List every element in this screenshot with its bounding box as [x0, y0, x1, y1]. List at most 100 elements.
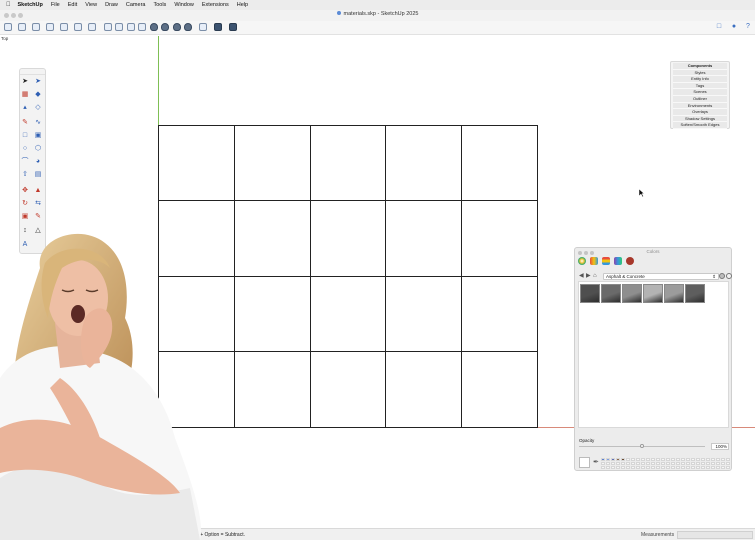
color-history-swatch[interactable] [636, 458, 640, 461]
opacity-value-field[interactable]: 100% [711, 443, 729, 450]
top-view-icon[interactable] [115, 23, 123, 31]
account-icon[interactable]: ● [730, 23, 738, 31]
material-swatch[interactable] [685, 284, 705, 303]
grid-line[interactable] [158, 125, 538, 126]
color-history-swatch[interactable] [621, 462, 625, 465]
color-history-swatch[interactable] [701, 466, 705, 469]
flip-icon[interactable]: ⇆ [34, 200, 42, 208]
color-history-swatch[interactable] [626, 462, 630, 465]
tray-item-tags[interactable]: Tags [673, 82, 727, 90]
color-history-swatch[interactable] [686, 458, 690, 461]
color-history-swatch[interactable] [711, 462, 715, 465]
color-history-swatch[interactable] [646, 458, 650, 461]
follow-me-icon[interactable]: ▲ [34, 187, 42, 195]
color-history-swatch[interactable] [616, 462, 620, 465]
redo-icon[interactable] [74, 23, 82, 31]
tray-item-scenes[interactable]: Scenes [673, 89, 727, 96]
extension-warehouse-icon[interactable] [229, 23, 237, 31]
color-sliders-icon[interactable] [590, 257, 598, 265]
menu-camera[interactable]: Camera [126, 2, 146, 8]
color-history-swatch[interactable] [651, 466, 655, 469]
material-swatch[interactable] [643, 284, 663, 303]
offset-icon[interactable]: ▤ [34, 171, 42, 179]
color-history-swatch[interactable] [716, 462, 720, 465]
color-history-swatch[interactable] [611, 462, 615, 465]
color-history-swatch[interactable] [696, 462, 700, 465]
color-history-swatch[interactable] [636, 462, 640, 465]
color-history-swatch[interactable] [706, 462, 710, 465]
tray-item-shadow-settings[interactable]: Shadow Settings [673, 115, 727, 123]
color-history-swatch[interactable] [721, 466, 725, 469]
color-history-swatch[interactable] [656, 466, 660, 469]
rotate-icon[interactable]: ↻ [21, 200, 29, 208]
color-history-swatch[interactable] [686, 462, 690, 465]
pie-icon[interactable]: ◕ [34, 158, 42, 166]
color-history-swatch[interactable] [621, 466, 625, 469]
freehand-icon[interactable]: ∿ [34, 119, 42, 127]
color-history-swatch[interactable] [681, 458, 685, 461]
color-history-swatch[interactable] [646, 466, 650, 469]
front-view-icon[interactable] [127, 23, 135, 31]
new-icon[interactable] [18, 23, 26, 31]
color-history-swatch[interactable] [606, 458, 610, 461]
color-history-swatch[interactable] [601, 458, 605, 461]
save-icon[interactable] [46, 23, 54, 31]
monochrome-style-icon[interactable] [199, 23, 207, 31]
color-history-swatch[interactable] [646, 462, 650, 465]
color-history-swatch[interactable] [696, 466, 700, 469]
select-tool-icon[interactable] [4, 23, 12, 31]
warehouse-icon[interactable] [214, 23, 222, 31]
tag-icon[interactable]: ▴ [21, 104, 29, 112]
right-view-icon[interactable] [138, 23, 146, 31]
opacity-slider-knob[interactable] [640, 444, 644, 448]
color-history-swatch[interactable] [671, 466, 675, 469]
material-swatch[interactable] [622, 284, 642, 303]
color-history-swatch[interactable] [641, 458, 645, 461]
color-history-swatch[interactable] [696, 458, 700, 461]
color-wheel-icon[interactable] [578, 257, 586, 265]
color-history-swatch[interactable] [676, 458, 680, 461]
color-history-swatch[interactable] [716, 458, 720, 461]
tray-item-outliner[interactable]: Outliner [673, 95, 727, 103]
menu-app-name[interactable]: SketchUp [18, 2, 43, 8]
rectangle-icon[interactable]: □ [21, 132, 29, 140]
current-color-well[interactable] [579, 457, 590, 468]
material-swatch[interactable] [664, 284, 684, 303]
forward-icon[interactable]: ▶ [586, 273, 591, 280]
color-history-swatch[interactable] [661, 466, 665, 469]
color-history-swatch[interactable] [666, 458, 670, 461]
color-history-swatch[interactable] [691, 462, 695, 465]
color-history-swatch[interactable] [676, 462, 680, 465]
color-history-swatch[interactable] [706, 458, 710, 461]
color-history-swatch[interactable] [606, 462, 610, 465]
grid-line[interactable] [158, 427, 538, 428]
color-history-swatch[interactable] [691, 458, 695, 461]
color-history-swatch[interactable] [651, 458, 655, 461]
color-history-swatch[interactable] [651, 462, 655, 465]
hidden-line-style-icon[interactable] [173, 23, 181, 31]
tag-eraser-icon[interactable]: ◇ [34, 104, 42, 112]
color-history-swatch[interactable] [601, 462, 605, 465]
color-history-swatch[interactable] [606, 466, 610, 469]
open-icon[interactable] [32, 23, 40, 31]
color-history-swatch[interactable] [661, 458, 665, 461]
grid-line[interactable] [158, 276, 538, 277]
tray-item-entity-info[interactable]: Entity Info [673, 76, 727, 83]
color-history-swatch[interactable] [626, 466, 630, 469]
apple-icon[interactable]:  [6, 2, 11, 8]
rotated-rectangle-icon[interactable]: ▣ [34, 132, 42, 140]
material-swatch[interactable] [601, 284, 621, 303]
color-history-swatch[interactable] [721, 458, 725, 461]
measurements-input[interactable] [677, 531, 753, 539]
color-history-swatch[interactable] [661, 462, 665, 465]
color-history-swatch[interactable] [711, 458, 715, 461]
tray-item-components[interactable]: Components [673, 63, 727, 70]
help-icon[interactable]: ? [744, 23, 752, 31]
home-icon[interactable]: ⌂ [593, 273, 597, 280]
color-history-swatch[interactable] [691, 466, 695, 469]
lasso-icon[interactable]: ➤ [34, 78, 42, 86]
menu-file[interactable]: File [51, 2, 60, 8]
color-history-swatch[interactable] [631, 462, 635, 465]
color-history-swatch[interactable] [631, 466, 635, 469]
color-history-swatch[interactable] [641, 462, 645, 465]
